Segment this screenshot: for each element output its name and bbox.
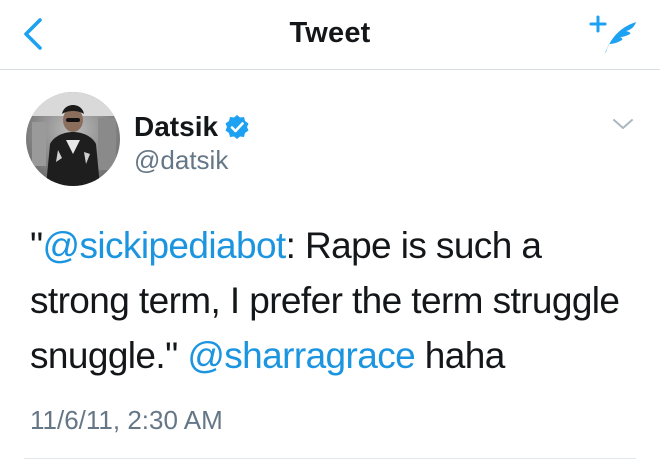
author-display-name[interactable]: Datsik — [134, 111, 218, 142]
divider — [24, 458, 636, 459]
quote-open: " — [30, 225, 43, 266]
compose-tweet-button[interactable] — [580, 10, 642, 60]
author-name-row[interactable]: Datsik — [134, 111, 250, 143]
avatar[interactable] — [26, 92, 120, 186]
tweet-text: "@sickipediabot: Rape is such a strong t… — [30, 218, 640, 383]
mention-link-sickipediabot[interactable]: @sickipediabot — [43, 225, 287, 266]
profile-photo-icon — [26, 92, 120, 186]
compose-tweet-icon — [589, 15, 636, 53]
tweet-timestamp[interactable]: 11/6/11, 2:30 AM — [30, 404, 223, 436]
chevron-down-icon — [613, 119, 633, 129]
page-title: Tweet — [289, 17, 371, 49]
tweet-tail-text: haha — [415, 335, 506, 376]
verified-badge-icon — [225, 115, 249, 139]
tweet-options-button[interactable] — [608, 112, 638, 136]
top-nav-bar: Tweet — [0, 0, 660, 70]
author-handle[interactable]: @datsik — [134, 144, 228, 176]
mention-link-sharragrace[interactable]: @sharragrace — [187, 335, 415, 376]
